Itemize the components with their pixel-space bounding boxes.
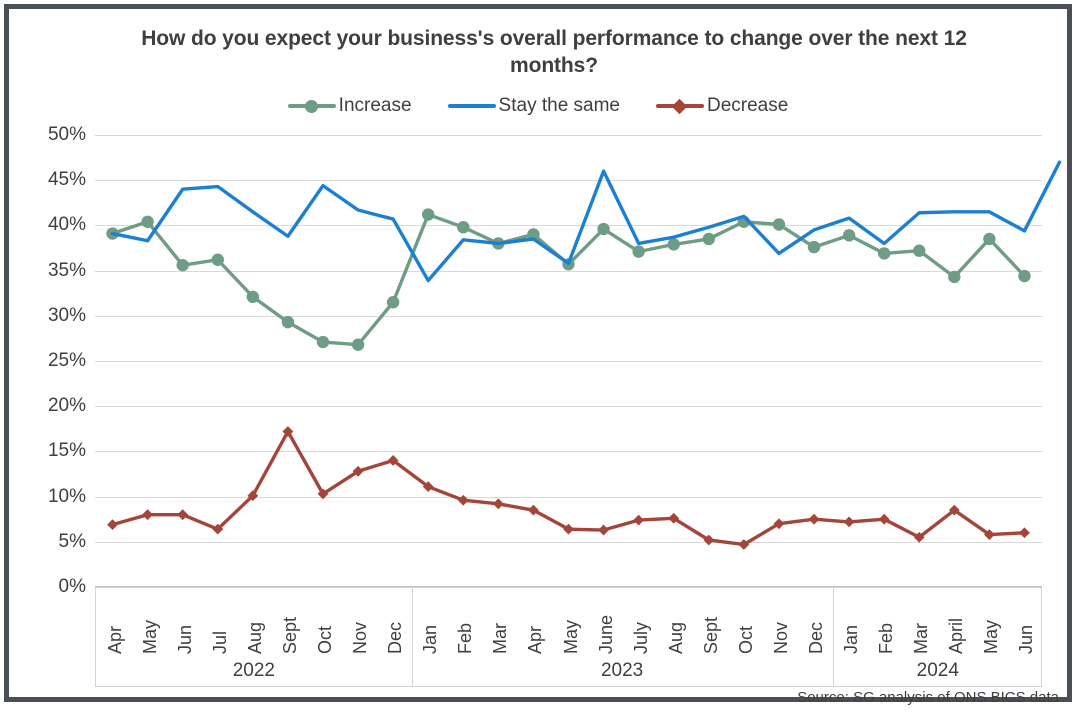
data-point-increase — [281, 315, 295, 329]
y-axis-tick-label: 20% — [47, 395, 86, 417]
x-axis-band: Apr May Jun Jul Aug Sept Oct Nov Dec Jan Feb Mar Apr… — [95, 587, 1042, 687]
x-axis-year-label: 2023 — [600, 660, 644, 681]
x-axis-tick-label: May — [560, 619, 581, 654]
data-point-increase — [1018, 269, 1031, 283]
data-point-increase — [211, 253, 224, 266]
decrease-marker-icon — [656, 98, 704, 115]
y-axis-tick-label: 5% — [58, 530, 86, 552]
y-axis-tick-label: 50% — [47, 124, 86, 145]
legend-label-decrease: Decrease — [707, 95, 789, 116]
data-point-decrease — [808, 513, 820, 525]
x-axis-tick-label: July — [630, 621, 651, 654]
x-axis-tick-label: Feb — [455, 622, 476, 654]
x-axis-tick-label: Dec — [385, 621, 406, 654]
x-axis-tick-label: Jan — [420, 624, 441, 654]
data-point-increase — [246, 290, 260, 304]
data-point-increase — [948, 270, 961, 284]
y-axis-tick-label: 35% — [47, 259, 86, 281]
data-point-increase — [877, 247, 891, 260]
chart-source: Source: SG analysis of ONS BICS data — [797, 689, 1059, 706]
y-axis-tick-label: 10% — [47, 485, 86, 507]
x-axis-tick-label: Mar — [911, 623, 932, 654]
data-point-decrease — [107, 519, 118, 531]
x-axis-tick-label: Jul — [209, 630, 230, 654]
data-point-increase — [457, 221, 470, 234]
data-point-increase — [842, 229, 856, 242]
x-axis-tick-label: Oct — [314, 625, 335, 654]
data-point-decrease — [492, 498, 504, 510]
x-axis-tick-label: Dec — [806, 621, 827, 654]
x-axis-tick-label: Apr — [525, 625, 546, 654]
x-axis-tick-label: May — [139, 619, 160, 654]
x-axis-tick-label: June — [595, 614, 616, 654]
y-axis-tick-label: 25% — [47, 350, 86, 371]
data-point-decrease — [1019, 527, 1030, 539]
y-axis-tick-label: 15% — [47, 440, 86, 462]
data-point-increase — [983, 232, 996, 246]
x-axis-tick-label: Nov — [770, 621, 791, 654]
chart-series-svg — [106, 160, 1062, 550]
data-point-increase — [702, 232, 715, 246]
x-axis-tick-label: Sept — [700, 616, 721, 654]
chart-legend: Increase Stay the same Decrease — [9, 95, 1067, 117]
data-point-decrease — [457, 494, 469, 506]
x-axis-tick-label: April — [946, 617, 967, 654]
x-axis-tick-label: Apr — [104, 625, 125, 654]
data-point-decrease — [843, 516, 855, 528]
data-point-decrease — [598, 524, 609, 536]
legend-label-increase: Increase — [338, 95, 412, 116]
data-point-increase — [772, 218, 786, 231]
x-axis-tick-label: Aug — [244, 621, 265, 654]
x-axis-tick-label: Feb — [876, 622, 897, 654]
legend-item-stay-the-same[interactable]: Stay the same — [447, 95, 620, 117]
plot-area: 0% 5% 10% 15% 20% 25% 30% 35% 40% 45% 50% — [48, 124, 1062, 597]
data-point-increase — [913, 244, 926, 257]
legend-item-increase[interactable]: Increase — [287, 95, 412, 117]
chart-frame: How do you expect your business's overal… — [4, 4, 1072, 706]
data-point-decrease — [633, 514, 645, 526]
data-point-increase — [141, 215, 154, 228]
x-axis-tick-label: Oct — [735, 625, 756, 654]
legend-label-stay-the-same: Stay the same — [498, 95, 620, 116]
x-axis-tick-label: May — [981, 619, 1002, 654]
x-axis-tick-label: Jun — [174, 624, 195, 654]
data-point-increase — [386, 296, 400, 309]
x-axis-tick-label: Nov — [350, 621, 371, 654]
x-axis-year-label: 2024 — [916, 660, 959, 681]
data-point-increase — [351, 338, 365, 351]
x-axis-tick-label: Sept — [279, 616, 300, 654]
chart-title: How do you expect your business's overal… — [141, 27, 967, 78]
series-line-increase — [110, 212, 1027, 347]
data-point-increase — [807, 240, 821, 254]
legend-item-decrease[interactable]: Decrease — [656, 95, 788, 117]
y-axis-tick-label: 30% — [47, 304, 86, 326]
data-point-increase — [316, 335, 330, 349]
data-point-increase — [422, 208, 435, 221]
data-point-decrease — [177, 509, 189, 521]
data-point-increase — [597, 222, 610, 236]
data-point-increase — [176, 258, 189, 272]
y-axis-tick-label: 45% — [47, 169, 86, 191]
x-axis-tick-label: Jun — [1016, 624, 1037, 654]
series-line-stay-the-same — [110, 160, 1062, 283]
x-axis-year-label: 2022 — [232, 660, 275, 681]
increase-marker-icon — [287, 98, 336, 114]
data-point-increase — [667, 238, 680, 251]
data-point-increase — [632, 245, 645, 258]
x-axis-tick-label: Aug — [665, 621, 686, 654]
stay-the-same-marker-icon — [447, 98, 496, 114]
data-point-decrease — [142, 509, 154, 521]
x-axis-tick-label: Mar — [490, 623, 511, 654]
x-axis-tick-label: Jan — [841, 624, 862, 654]
y-axis-tick-label: 0% — [58, 576, 86, 597]
y-axis-tick-label: 40% — [47, 214, 86, 236]
